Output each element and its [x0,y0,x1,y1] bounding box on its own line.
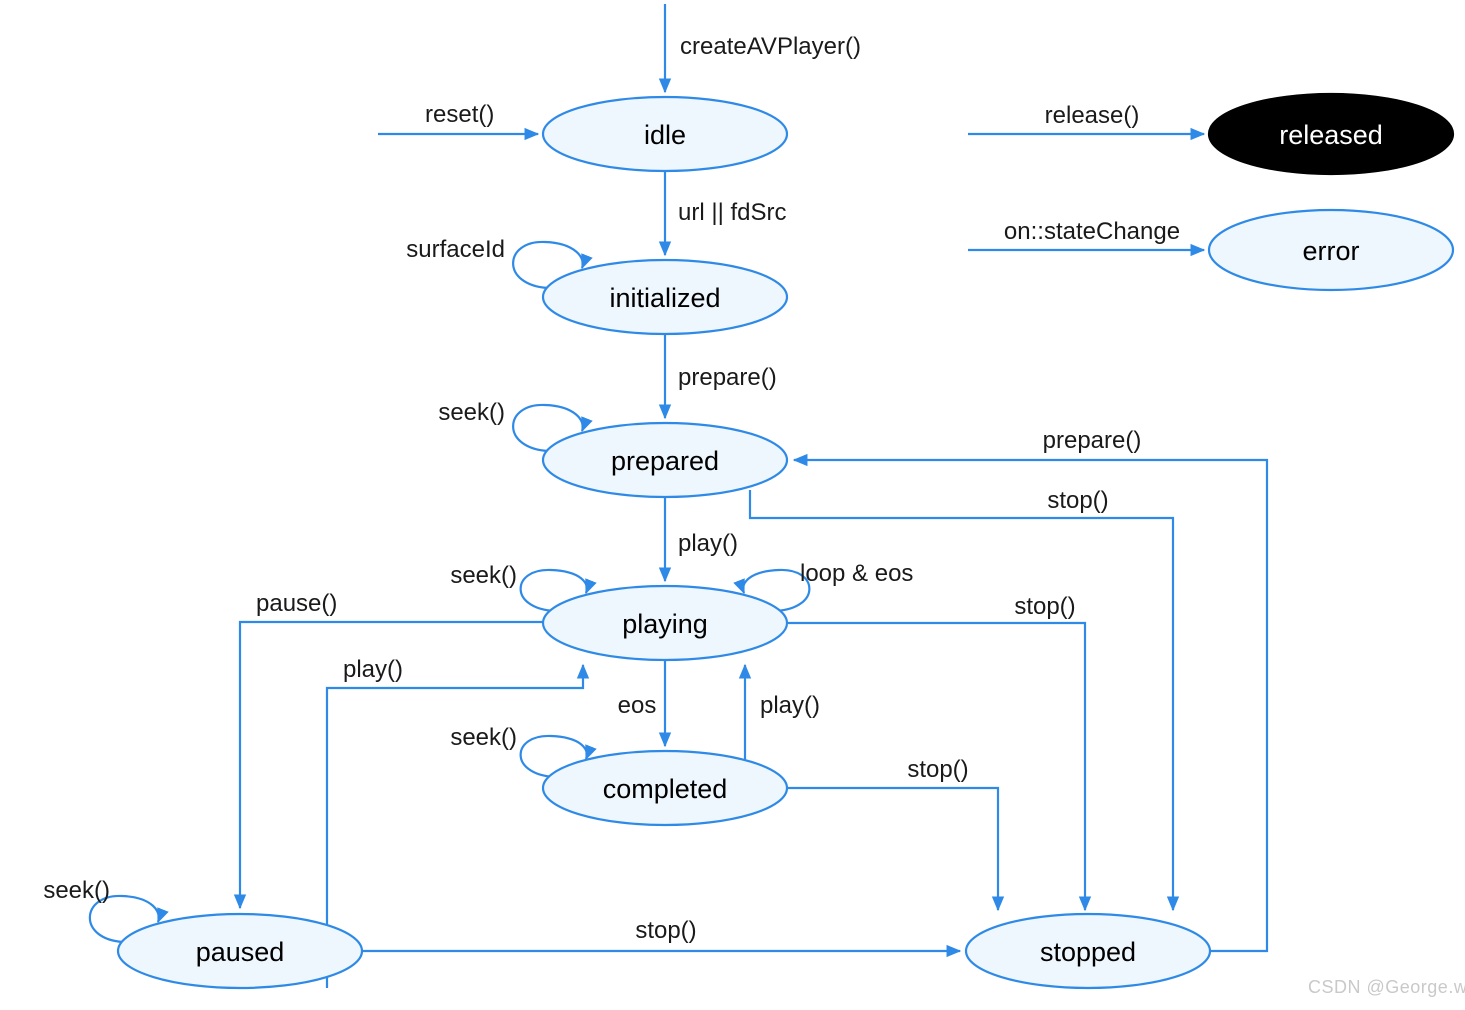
edge-label-seek-prepared: seek() [438,399,505,426]
edge-label-on-statechange: on::stateChange [1004,218,1180,245]
edge-label-reset: reset() [425,101,494,128]
edge-label-prepare-stopped: prepare() [1043,427,1142,454]
avplayer-state-diagram: idle initialized prepared playing comple… [43,4,1465,997]
edge-label-play-completed: play() [760,692,820,719]
edge-label-eos: eos [618,692,657,719]
states-layer: idle initialized prepared playing comple… [116,92,1455,990]
edge-label-stop-prepared: stop() [1047,487,1108,514]
state-node-initialized[interactable]: initialized [541,258,789,336]
state-label-stopped: stopped [1040,937,1136,967]
edge-label-url-fdsrc: url || fdSrc [678,199,787,226]
edge-label-play: play() [678,530,738,557]
edge-stop-completed [787,786,1005,912]
state-node-error[interactable]: error [1207,208,1455,292]
watermark: CSDN @George.wu. [1308,977,1465,997]
edge-label-release: release() [1045,102,1140,129]
edge-label-surfaceid: surfaceId [406,236,505,263]
state-node-prepared[interactable]: prepared [541,421,789,499]
state-label-paused: paused [196,937,285,967]
state-diagram-canvas: idle initialized prepared playing comple… [0,0,1465,1010]
state-node-idle[interactable]: idle [541,95,789,173]
state-label-released: released [1279,120,1383,150]
edge-label-create-avplayer: createAVPlayer() [680,33,861,60]
state-node-released[interactable]: released [1207,92,1455,176]
edge-label-pause: pause() [256,590,337,617]
edge-play-paused [325,663,590,988]
edge-label-prepare: prepare() [678,364,777,391]
state-label-error: error [1302,236,1359,266]
edge-label-loop-eos: loop & eos [800,560,913,587]
edge-label-seek-paused: seek() [43,877,110,904]
edge-label-stop-playing: stop() [1014,593,1075,620]
state-node-playing[interactable]: playing [541,584,789,662]
edge-label-seek-completed: seek() [450,724,517,751]
edge-label-stop-paused: stop() [635,917,696,944]
edge-label-play-paused: play() [343,656,403,683]
state-label-idle: idle [644,120,686,150]
edge-prepare-stopped [792,453,1269,953]
state-node-completed[interactable]: completed [541,749,789,827]
state-label-playing: playing [622,609,708,639]
state-node-paused[interactable]: paused [116,912,364,990]
edge-label-seek-playing: seek() [450,562,517,589]
state-label-prepared: prepared [611,446,719,476]
state-label-initialized: initialized [609,283,720,313]
edge-label-stop-completed: stop() [907,756,968,783]
state-label-completed: completed [603,774,728,804]
state-node-stopped[interactable]: stopped [964,912,1212,990]
